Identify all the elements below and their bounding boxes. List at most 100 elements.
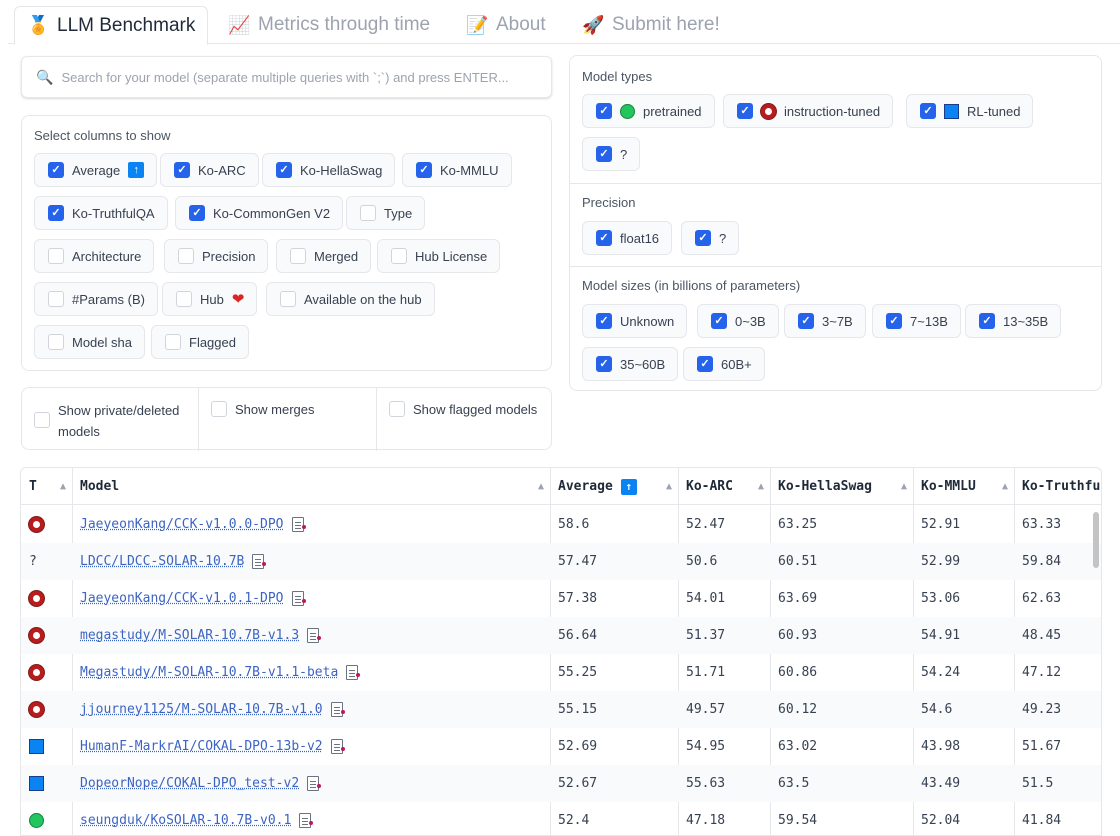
checkbox[interactable] [416, 162, 432, 178]
sort-icon[interactable]: ▲ [901, 481, 907, 492]
model-link[interactable]: HumanF-MarkrAI/COKAL-DPO-13b-v2 [80, 739, 323, 754]
checkbox[interactable] [697, 356, 713, 372]
column-model-sha-checkbox[interactable]: Model sha [34, 325, 145, 359]
column-precision-checkbox[interactable]: Precision [164, 239, 269, 273]
model-card-icon[interactable] [307, 628, 322, 643]
model-link[interactable]: JaeyeonKang/CCK-v1.0.1-DPO [80, 591, 284, 606]
header-ko-hellaswag[interactable]: Ko-HellaSwag ▲ [770, 468, 913, 505]
checkbox[interactable] [596, 103, 612, 119]
size-3-7b-checkbox[interactable]: 3~7B [784, 304, 866, 338]
model-type-rl-tuned-checkbox[interactable]: RL-tuned [906, 94, 1034, 128]
model-link[interactable]: seungduk/KoSOLAR-10.7B-v0.1 [80, 813, 291, 828]
checkbox[interactable] [290, 248, 306, 264]
column-hub-license-checkbox[interactable]: Hub License [377, 239, 501, 273]
column-merged-checkbox[interactable]: Merged [276, 239, 372, 273]
model-link[interactable]: JaeyeonKang/CCK-v1.0.0-DPO [80, 517, 284, 532]
checkbox[interactable] [798, 313, 814, 329]
size-35-60b-checkbox[interactable]: 35~60B [582, 347, 679, 381]
checkbox[interactable] [34, 412, 50, 428]
header-ko-arc[interactable]: Ko-ARC ▲ [678, 468, 770, 505]
model-card-icon[interactable] [291, 591, 306, 606]
checkbox[interactable] [596, 230, 612, 246]
model-card-icon[interactable] [346, 665, 361, 680]
model-card-icon[interactable] [307, 776, 322, 791]
checkbox[interactable] [695, 230, 711, 246]
model-link[interactable]: jjourney1125/M-SOLAR-10.7B-v1.0 [80, 702, 323, 717]
size-13-35b-checkbox[interactable]: 13~35B [965, 304, 1062, 338]
model-type-pretrained-checkbox[interactable]: pretrained [582, 94, 715, 128]
column-params-checkbox[interactable]: #Params (B) [34, 282, 158, 316]
checkbox[interactable] [189, 205, 205, 221]
checkbox[interactable] [48, 248, 64, 264]
tab-llm-benchmark[interactable]: 🏅 LLM Benchmark [14, 6, 209, 45]
column-hub-checkbox[interactable]: Hub ❤ [162, 282, 258, 316]
size-unknown-checkbox[interactable]: Unknown [582, 304, 688, 338]
checkbox[interactable] [360, 205, 376, 221]
show-flagged-toggle[interactable]: Show flagged models [389, 401, 537, 417]
sort-icon[interactable]: ▲ [60, 481, 66, 492]
checkbox[interactable] [979, 313, 995, 329]
header-ko-mmlu[interactable]: Ko-MMLU ▲ [913, 468, 1014, 505]
column-architecture-checkbox[interactable]: Architecture [34, 239, 155, 273]
tab-metrics-through-time[interactable]: 📈 Metrics through time [216, 6, 442, 44]
column-type-checkbox[interactable]: Type [346, 196, 426, 230]
model-card-icon[interactable] [299, 813, 314, 828]
checkbox[interactable] [48, 334, 64, 350]
model-type-unknown-checkbox[interactable]: ? [582, 137, 641, 171]
column-ko-arc-checkbox[interactable]: Ko-ARC [160, 153, 259, 187]
column-ko-truthfulqa-checkbox[interactable]: Ko-TruthfulQA [34, 196, 168, 230]
column-flagged-checkbox[interactable]: Flagged [151, 325, 249, 359]
tab-about[interactable]: 📝 About [454, 6, 558, 44]
checkbox[interactable] [391, 248, 407, 264]
checkbox[interactable] [276, 162, 292, 178]
checkbox[interactable] [596, 356, 612, 372]
show-merges-toggle[interactable]: Show merges [211, 401, 314, 417]
checkbox[interactable] [48, 291, 64, 307]
checkbox[interactable] [176, 291, 192, 307]
sort-icon[interactable]: ▲ [758, 481, 764, 492]
checkbox[interactable] [280, 291, 296, 307]
header-model[interactable]: Model ▲ [72, 468, 550, 505]
checkbox[interactable] [596, 313, 612, 329]
model-link[interactable]: megastudy/M-SOLAR-10.7B-v1.3 [80, 628, 299, 643]
checkbox[interactable] [48, 162, 64, 178]
size-7-13b-checkbox[interactable]: 7~13B [872, 304, 961, 338]
checkbox[interactable] [178, 248, 194, 264]
model-card-icon[interactable] [291, 517, 306, 532]
sort-icon[interactable]: ▲ [1002, 481, 1008, 492]
header-average[interactable]: Average ↑ ▲ [550, 468, 678, 505]
column-available-on-hub-checkbox[interactable]: Available on the hub [266, 282, 435, 316]
show-private-toggle[interactable]: Show private/deleted models [34, 400, 194, 442]
header-type[interactable]: T ▲ [21, 468, 72, 505]
checkbox[interactable] [596, 146, 612, 162]
tab-submit[interactable]: 🚀 Submit here! [570, 6, 732, 44]
checkbox[interactable] [389, 401, 405, 417]
column-ko-mmlu-checkbox[interactable]: Ko-MMLU [402, 153, 512, 187]
model-card-icon[interactable] [252, 554, 267, 569]
sort-icon[interactable]: ▲ [666, 481, 672, 492]
model-card-icon[interactable] [330, 702, 345, 717]
checkbox[interactable] [165, 334, 181, 350]
model-link[interactable]: Megastudy/M-SOLAR-10.7B-v1.1-beta [80, 665, 338, 680]
checkbox[interactable] [737, 103, 753, 119]
table-scrollbar[interactable] [1093, 512, 1099, 568]
checkbox[interactable] [886, 313, 902, 329]
column-average-checkbox[interactable]: Average ↑ [34, 153, 158, 187]
checkbox[interactable] [48, 205, 64, 221]
column-ko-hellaswag-checkbox[interactable]: Ko-HellaSwag [262, 153, 396, 187]
size-60b-plus-checkbox[interactable]: 60B+ [683, 347, 765, 381]
sort-icon[interactable]: ▲ [538, 481, 544, 492]
header-ko-truthfulqa[interactable]: Ko-Truthfu [1014, 468, 1101, 505]
model-link[interactable]: LDCC/LDCC-SOLAR-10.7B [80, 554, 244, 569]
checkbox[interactable] [211, 401, 227, 417]
model-type-instruction-tuned-checkbox[interactable]: instruction-tuned [723, 94, 894, 128]
column-ko-commongen-checkbox[interactable]: Ko-CommonGen V2 [175, 196, 344, 230]
precision-float16-checkbox[interactable]: float16 [582, 221, 673, 255]
size-0-3b-checkbox[interactable]: 0~3B [697, 304, 779, 338]
precision-unknown-checkbox[interactable]: ? [681, 221, 740, 255]
model-card-icon[interactable] [330, 739, 345, 754]
search-input[interactable] [59, 68, 540, 86]
checkbox[interactable] [920, 103, 936, 119]
model-link[interactable]: DopeorNope/COKAL-DPO_test-v2 [80, 776, 299, 791]
checkbox[interactable] [174, 162, 190, 178]
